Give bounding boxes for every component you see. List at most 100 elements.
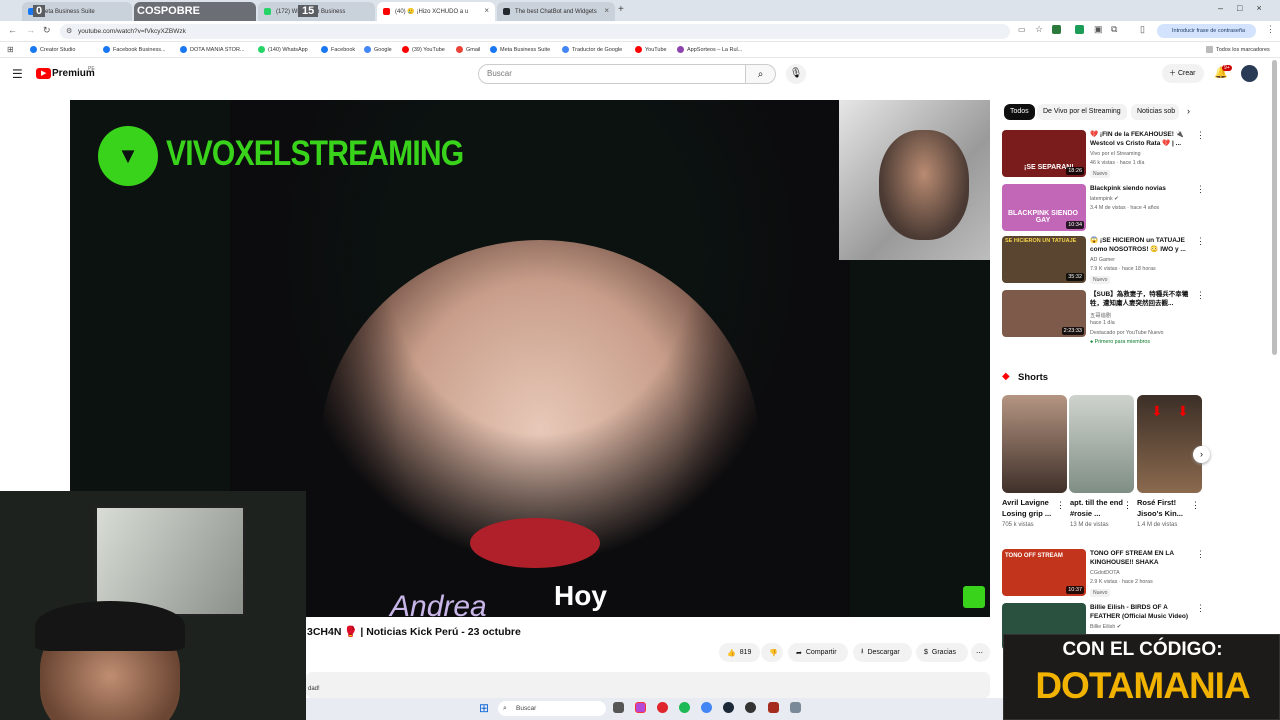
recommendation-item[interactable]: SE HICIERON UN TATUAJE 35:32 😱 ¡SE HICIE… [1002, 236, 1205, 286]
video-thumbnail: ¡SE SEPARAN! 18:26 [1002, 130, 1086, 177]
more-options-icon[interactable]: ⋮ [1196, 291, 1205, 300]
search-input[interactable]: Buscar [478, 64, 746, 84]
more-options-icon[interactable]: ⋮ [1196, 237, 1205, 246]
page-scrollbar[interactable] [1272, 60, 1277, 355]
extension-icon[interactable]: ▣ [1094, 24, 1103, 35]
bookmark-item[interactable]: (140) WhatsApp [258, 46, 308, 53]
bookmark-item[interactable]: Meta Business Suite [490, 46, 550, 53]
chip-vivo-streaming[interactable]: De Vivo por el Streaming [1037, 104, 1127, 120]
bookmark-item[interactable]: Traductor de Google [562, 46, 622, 53]
recommendation-item[interactable]: Billie Eilish - BIRDS OF A FEATHER (Offi… [1002, 603, 1205, 650]
close-icon[interactable]: × [604, 6, 609, 15]
tab-chatbot[interactable]: The best ChatBot and Widgets × [497, 2, 615, 21]
short-thumbnail[interactable] [1069, 395, 1134, 493]
close-icon[interactable]: × [484, 6, 489, 15]
bookmark-item[interactable]: DOTA MANIA STOR... [180, 46, 245, 53]
short-views: 705 k vistas [1002, 522, 1034, 528]
more-options-icon[interactable]: ⋮ [1123, 500, 1132, 511]
dislike-button[interactable]: 👎 [761, 643, 783, 662]
all-bookmarks[interactable]: Todos los marcadores [1206, 46, 1270, 53]
search-button[interactable]: ⌕ [746, 64, 776, 84]
more-options-icon[interactable]: ⋮ [1191, 500, 1200, 511]
task-view-icon[interactable] [613, 702, 624, 713]
short-views: 13 M de vistas [1070, 522, 1109, 528]
app-icon[interactable] [635, 702, 646, 713]
video-frame-lips [470, 518, 600, 568]
github-icon [503, 8, 510, 15]
spotify-icon[interactable] [679, 702, 690, 713]
short-title: Avril Lavigne Losing grip ... [1002, 498, 1052, 518]
sidebar-icon[interactable]: ▯ [1140, 24, 1145, 35]
bookmark-item[interactable]: Creator Studio [30, 46, 75, 53]
featured-badge: Destacado por YouTube Nuevo [1090, 330, 1164, 336]
windows-start-icon[interactable]: ⊞ [479, 701, 489, 715]
back-icon[interactable]: ← [8, 25, 17, 35]
install-icon[interactable]: ▭ [1018, 25, 1026, 34]
picture-in-picture-cam [839, 100, 990, 260]
rec-title: 😱 ¡SE HICIERON un TATUAJE como NOSOTROS!… [1090, 237, 1186, 253]
new-tab-icon[interactable]: + [618, 4, 624, 15]
recommendation-item[interactable]: TONO OFF STREAM 10:37 TONO OFF STREAM EN… [1002, 549, 1205, 599]
download-button[interactable]: ⭳ Descargar [853, 643, 912, 662]
tab-youtube-video[interactable]: (40) 🥲 ¡Hizo XCHUDO a u × [377, 2, 495, 21]
more-options-icon[interactable]: ⋮ [1196, 604, 1205, 613]
overlay-label: COSPOBRE [137, 5, 200, 17]
like-button[interactable]: 👍 819 [719, 643, 760, 662]
rec-views: 2.9 K vistas · hace 2 horas [1090, 579, 1153, 585]
download-icon: ⭳ [861, 648, 864, 655]
short-thumbnail[interactable] [1002, 395, 1067, 493]
mic-icon[interactable]: 🎙 [786, 64, 806, 84]
dota-icon[interactable] [768, 702, 779, 713]
bookmark-item[interactable]: AppSorteos – La Rul... [677, 46, 742, 53]
recommendation-item[interactable]: 2:23:33 【SUB】為救妻子，特種兵不幸犧牲，遭知庸人妻突然回去觀... … [1002, 290, 1205, 350]
more-options-icon[interactable]: ⋮ [1196, 550, 1205, 559]
chip-todos[interactable]: Todos [1004, 104, 1035, 120]
youtube-logo-icon[interactable]: ▶ [36, 68, 51, 79]
reload-icon[interactable]: ↻ [43, 25, 51, 36]
shorts-next-button[interactable]: › [1193, 446, 1210, 463]
shorts-heading: Shorts [1018, 372, 1049, 383]
share-button[interactable]: ➦ Compartir [788, 643, 848, 662]
more-options-icon[interactable]: ⋮ [1056, 500, 1065, 511]
bookmark-item[interactable]: (39) YouTube [402, 46, 445, 53]
forward-icon[interactable]: → [26, 25, 35, 35]
puzzle-icon[interactable]: ⧉ [1111, 24, 1117, 35]
apps-grid-icon[interactable]: ⊞ [7, 45, 14, 54]
more-options-icon[interactable]: ⋮ [1196, 185, 1205, 194]
thanks-button[interactable]: $ Gracias [916, 643, 968, 662]
create-button[interactable]: ＋ Crear [1162, 64, 1204, 83]
more-actions-button[interactable]: ⋯ [971, 643, 990, 662]
bookmark-favicon-icon [677, 46, 684, 53]
recommendation-item[interactable]: BLACKPINK SIENDO GAY 10:34 Blackpink sie… [1002, 184, 1205, 234]
obs-icon[interactable] [745, 702, 756, 713]
recommendation-item[interactable]: ¡SE SEPARAN! 18:26 💔 ¡FIN de la FEKAHOUS… [1002, 130, 1205, 180]
bookmark-favicon-icon [402, 46, 409, 53]
bookmark-item[interactable]: Facebook Business... [103, 46, 166, 53]
more-options-icon[interactable]: ⋮ [1196, 131, 1205, 140]
description-box[interactable]: dad! [306, 672, 990, 698]
chevron-right-icon[interactable]: › [1187, 106, 1190, 116]
menu-kebab-icon[interactable]: ⋮ [1266, 24, 1275, 35]
bookmark-star-icon[interactable]: ☆ [1035, 24, 1043, 35]
steam-icon[interactable] [723, 702, 734, 713]
notification-count-badge: 9+ [1222, 65, 1232, 71]
chip-noticias[interactable]: Noticias sob [1131, 104, 1179, 120]
avatar[interactable] [1241, 65, 1258, 82]
profile-password-chip[interactable]: Introducir frase de contraseña [1157, 24, 1256, 38]
extension-icon[interactable] [1075, 25, 1084, 34]
bookmark-item[interactable]: Gmail [456, 46, 480, 53]
site-info-icon[interactable]: ⚙ [66, 24, 72, 39]
window-controls[interactable]: –□× [1218, 3, 1276, 13]
extension-icon[interactable] [1052, 25, 1061, 34]
taskbar-search-input[interactable]: ⌕ Buscar [498, 701, 606, 716]
app-icon[interactable] [790, 702, 801, 713]
bookmark-item[interactable]: YouTube [635, 46, 667, 53]
url-input[interactable]: ⚙ youtube.com/watch?v=fVkcyXZBWzk [60, 24, 1010, 39]
short-thumbnail[interactable]: ⬇ ⬇ [1137, 395, 1202, 493]
bookmark-item[interactable]: Facebook [321, 46, 355, 53]
opera-icon[interactable] [657, 702, 668, 713]
bookmark-favicon-icon [562, 46, 569, 53]
hamburger-menu-icon[interactable]: ☰ [12, 67, 23, 81]
bookmark-item[interactable]: Google [364, 46, 392, 53]
chrome-icon[interactable] [701, 702, 712, 713]
